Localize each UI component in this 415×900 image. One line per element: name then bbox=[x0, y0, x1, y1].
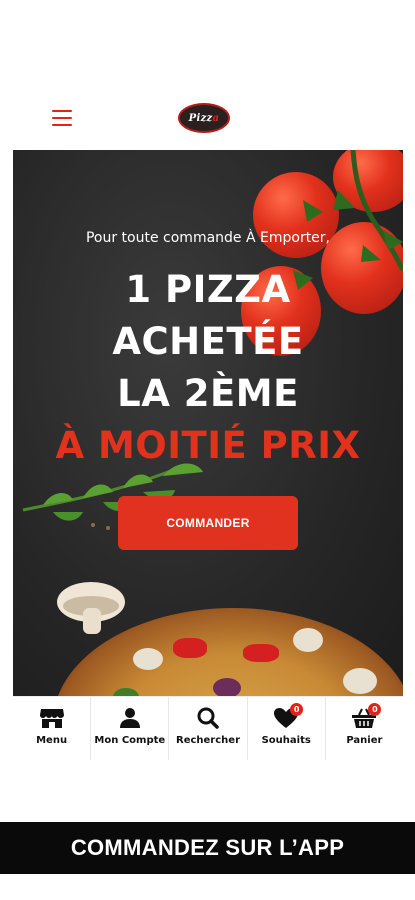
app-promo-banner: COMMANDEZ SUR L’APP bbox=[0, 822, 415, 874]
wishlist-count-badge: 0 bbox=[290, 703, 304, 716]
promo-headline-2: ACHETÉE bbox=[112, 320, 304, 363]
cart-count-badge: 0 bbox=[368, 703, 382, 716]
tab-label: Menu bbox=[36, 735, 68, 746]
app-promo-text: COMMANDEZ SUR L’APP bbox=[70, 835, 345, 860]
tab-label: Panier bbox=[346, 735, 383, 746]
tab-cart[interactable]: 0 Panier bbox=[326, 697, 403, 760]
store-icon bbox=[39, 709, 64, 728]
tab-label: Souhaits bbox=[261, 735, 311, 746]
search-icon bbox=[197, 707, 219, 729]
app-header: Pizza bbox=[0, 96, 415, 144]
tab-account[interactable]: Mon Compte bbox=[91, 697, 170, 760]
user-icon bbox=[119, 708, 140, 728]
order-button[interactable]: COMMANDER bbox=[118, 496, 298, 550]
tab-search[interactable]: Rechercher bbox=[169, 697, 248, 760]
promo-hero: Pour toute commande À Emporter, 1 PIZZA … bbox=[13, 150, 403, 696]
promo-headline-4: À MOITIÉ PRIX bbox=[55, 424, 361, 467]
promo-headline-1: 1 PIZZA bbox=[125, 268, 291, 311]
brand-logo[interactable]: Pizza bbox=[178, 103, 230, 133]
tab-label: Mon Compte bbox=[94, 735, 166, 746]
tab-label: Rechercher bbox=[176, 735, 241, 746]
bottom-tab-bar: Menu Mon Compte Rechercher 0 Souhaits 0 … bbox=[13, 696, 403, 760]
heart-icon-wrap: 0 bbox=[273, 703, 304, 729]
promo-headline-3: LA 2ÈME bbox=[117, 372, 299, 415]
basket-icon-wrap: 0 bbox=[351, 703, 382, 729]
hamburger-icon[interactable] bbox=[52, 110, 72, 128]
promo-intro-text: Pour toute commande À Emporter, bbox=[85, 230, 331, 246]
mushroom-image bbox=[57, 582, 125, 634]
tab-menu[interactable]: Menu bbox=[13, 697, 92, 760]
tab-wishlist[interactable]: 0 Souhaits bbox=[248, 697, 326, 760]
